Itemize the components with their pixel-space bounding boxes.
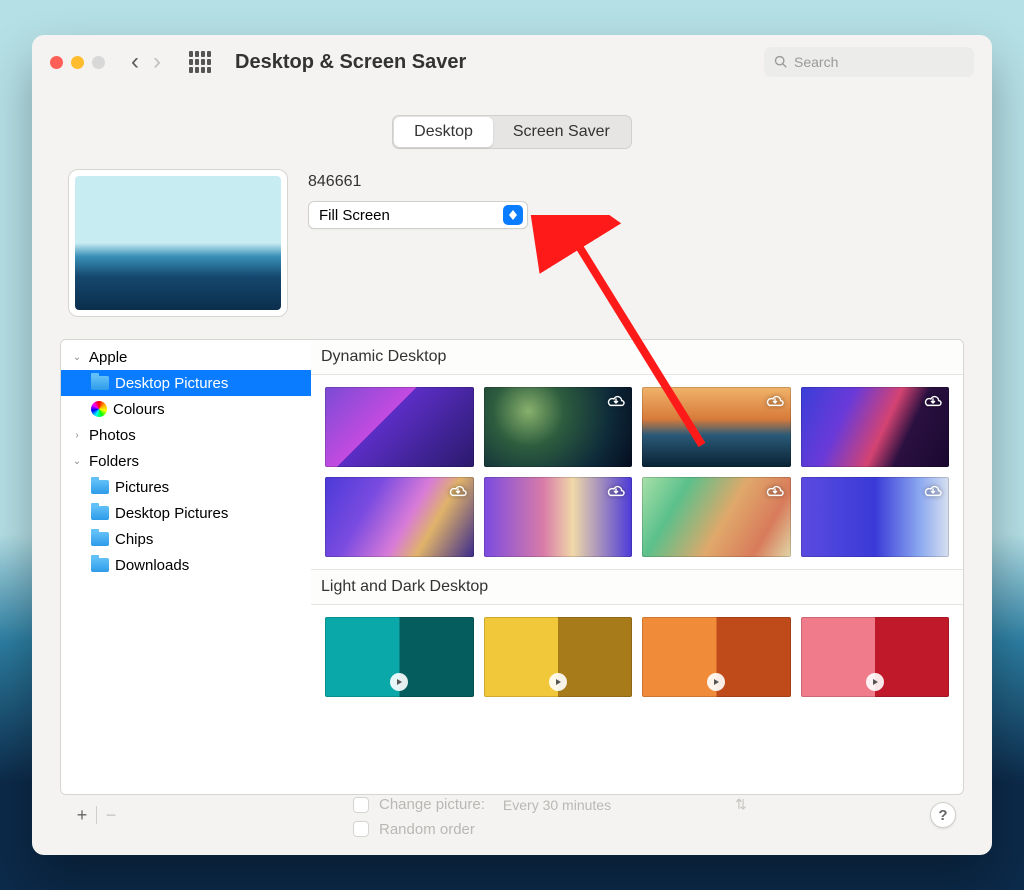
wallpaper-thumb[interactable] — [642, 617, 791, 697]
help-button[interactable]: ? — [930, 802, 956, 828]
folder-icon — [91, 480, 109, 494]
wallpaper-thumb[interactable] — [325, 477, 474, 557]
select-caret-icon — [503, 205, 523, 225]
random-order-checkbox — [353, 821, 369, 837]
window-controls — [50, 56, 105, 69]
colours-icon — [91, 401, 107, 417]
add-folder-button[interactable]: + — [68, 803, 96, 827]
current-wallpaper-row: 846661 Fill Screen — [60, 169, 964, 317]
section-lightdark-header: Light and Dark Desktop — [311, 569, 963, 605]
wallpaper-thumb[interactable] — [325, 387, 474, 467]
wallpaper-thumb[interactable] — [801, 477, 950, 557]
close-window[interactable] — [50, 56, 63, 69]
lightdark-thumbs — [311, 605, 963, 709]
cloud-download-icon — [765, 391, 785, 407]
tree-folder-desktop-pictures[interactable]: Desktop Pictures — [61, 500, 311, 526]
main-split: ⌄ Apple Desktop Pictures Colours › Photo… — [60, 339, 964, 795]
tree-desktop-pictures[interactable]: Desktop Pictures — [61, 370, 311, 396]
system-prefs-window: ‹ › Desktop & Screen Saver Search Deskto… — [32, 35, 992, 855]
forward-button: › — [153, 48, 161, 76]
change-picture-checkbox[interactable] — [353, 797, 369, 813]
content-area: Desktop Screen Saver 846661 Fill Screen — [32, 89, 992, 855]
tree-apple[interactable]: ⌄ Apple — [61, 344, 311, 370]
cloud-download-icon — [448, 481, 468, 497]
tree-colours[interactable]: Colours — [61, 396, 311, 422]
search-icon — [774, 55, 788, 69]
search-placeholder: Search — [794, 54, 838, 70]
change-options: Change picture: Every 30 minutes ⇅ Rando… — [353, 793, 755, 838]
tab-desktop[interactable]: Desktop — [394, 117, 493, 147]
show-all-icon[interactable] — [189, 51, 211, 73]
tree-folders[interactable]: ⌄ Folders — [61, 448, 311, 474]
cloud-download-icon — [606, 481, 626, 497]
source-sidebar: ⌄ Apple Desktop Pictures Colours › Photo… — [61, 340, 311, 794]
titlebar: ‹ › Desktop & Screen Saver Search — [32, 35, 992, 89]
dynamic-play-icon — [866, 673, 884, 691]
wallpaper-preview-image — [75, 176, 281, 310]
fill-mode-value: Fill Screen — [319, 207, 390, 224]
tree-photos[interactable]: › Photos — [61, 422, 311, 448]
disclosure-down-icon: ⌄ — [71, 352, 83, 363]
tab-screen-saver[interactable]: Screen Saver — [493, 117, 630, 147]
nav-buttons: ‹ › — [131, 48, 211, 76]
wallpaper-thumb[interactable] — [801, 387, 950, 467]
wallpaper-thumb[interactable] — [642, 477, 791, 557]
zoom-window[interactable] — [92, 56, 105, 69]
cloud-download-icon — [923, 481, 943, 497]
wallpaper-preview — [68, 169, 288, 317]
dynamic-play-icon — [707, 673, 725, 691]
wallpaper-thumb[interactable] — [642, 387, 791, 467]
section-dynamic-header: Dynamic Desktop — [311, 340, 963, 375]
dynamic-play-icon — [549, 673, 567, 691]
interval-select: Every 30 minutes ⇅ — [495, 793, 755, 817]
folder-icon — [91, 558, 109, 572]
folder-icon — [91, 376, 109, 390]
change-picture-label: Change picture: — [379, 796, 485, 813]
cloud-download-icon — [765, 481, 785, 497]
add-remove-folder: + − — [68, 803, 125, 827]
dynamic-play-icon — [390, 673, 408, 691]
folder-icon — [91, 506, 109, 520]
wallpaper-thumb[interactable] — [484, 477, 633, 557]
minimize-window[interactable] — [71, 56, 84, 69]
tree-folder-pictures[interactable]: Pictures — [61, 474, 311, 500]
wallpaper-name: 846661 — [308, 173, 528, 191]
wallpaper-thumb[interactable] — [484, 617, 633, 697]
disclosure-right-icon: › — [71, 430, 83, 441]
folder-icon — [91, 532, 109, 546]
tab-segment: Desktop Screen Saver — [392, 115, 632, 149]
wallpaper-thumb[interactable] — [484, 387, 633, 467]
footer-bar: + − Change picture: Every 30 minutes ⇅ R… — [60, 795, 964, 835]
updown-caret-icon: ⇅ — [735, 796, 747, 813]
cloud-download-icon — [923, 391, 943, 407]
tree-folder-downloads[interactable]: Downloads — [61, 552, 311, 578]
wallpaper-thumb[interactable] — [325, 617, 474, 697]
cloud-download-icon — [606, 391, 626, 407]
dynamic-thumbs — [311, 375, 963, 569]
remove-folder-button: − — [97, 803, 125, 827]
back-button[interactable]: ‹ — [131, 48, 139, 76]
search-field[interactable]: Search — [764, 47, 974, 77]
fill-mode-select[interactable]: Fill Screen — [308, 201, 528, 229]
random-order-label: Random order — [379, 821, 475, 838]
wallpaper-grid[interactable]: Dynamic Desktop Light and Dark Desktop — [311, 340, 963, 794]
disclosure-down-icon: ⌄ — [71, 456, 83, 467]
pane-title: Desktop & Screen Saver — [235, 51, 466, 74]
tree-folder-chips[interactable]: Chips — [61, 526, 311, 552]
wallpaper-thumb[interactable] — [801, 617, 950, 697]
